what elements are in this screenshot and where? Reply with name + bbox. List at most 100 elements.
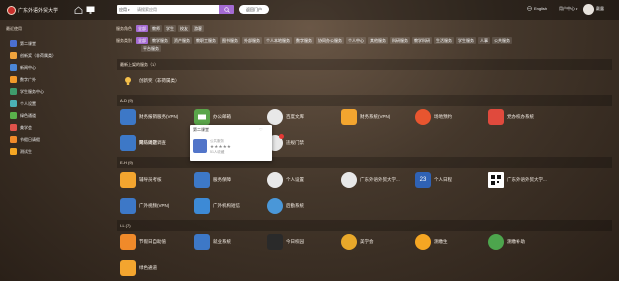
app-label: 节假日自助值	[139, 239, 166, 244]
calendar-icon: 23	[415, 172, 431, 188]
globe-icon	[527, 6, 532, 11]
role-filter: 服务角色 全部 教师 学生 校友 游客	[116, 24, 204, 33]
briefcase-icon	[194, 234, 210, 250]
today-campus-icon	[267, 234, 283, 250]
venue-icon	[415, 109, 431, 125]
mail-icon	[194, 109, 210, 125]
app-tile-test-subsidy[interactable]: 测缴补助	[488, 234, 558, 250]
app-tile-gdufs-1[interactable]: 广东外语外贸大学...	[341, 172, 411, 188]
app-tile-holiday-duty[interactable]: 节假日自助值	[120, 234, 190, 250]
category-chip[interactable]: 公共服务	[492, 37, 512, 44]
sidebar-item-aesthetics[interactable]: 美学会	[10, 123, 100, 132]
app-tile-gdufs-2[interactable]: 广东外语外贸大学...	[488, 172, 558, 188]
app-tile-logistics[interactable]: 后勤系统	[267, 198, 337, 214]
sidebar-item-student-service[interactable]: 学生服务中心	[10, 87, 100, 96]
sidebar-item-green-channel[interactable]: 绿色通道	[10, 111, 100, 120]
app-label: 测缴补助	[507, 239, 525, 244]
sidebar-item-settings[interactable]: 个人设置	[10, 99, 100, 108]
sidebar-item-innovation[interactable]: 创新奖（非荷属类）	[10, 51, 100, 60]
category-chip[interactable]: 外部服务	[242, 37, 262, 44]
sidebar-item-digital[interactable]: 数字广外	[10, 75, 100, 84]
sidebar-item-second-classroom[interactable]: 第二课堂	[10, 39, 100, 48]
category-chip[interactable]: 协同办公服务	[316, 37, 344, 44]
avatar[interactable]	[583, 4, 594, 15]
category-chip[interactable]: 全部	[136, 37, 148, 44]
monitor-icon[interactable]	[86, 6, 95, 14]
category-chip[interactable]: 数字服务	[294, 37, 314, 44]
app-tile-finance-reimburse[interactable]: 财务报销服务(VPN)	[120, 109, 190, 125]
app-tile-gw-video[interactable]: 广外视频(VPN)	[120, 198, 190, 214]
category-chip[interactable]: 教学科研	[412, 37, 432, 44]
app-tile-party-office[interactable]: 党办校办系统	[488, 109, 558, 125]
app-tile-personal-schedule[interactable]: 23 个人日程	[415, 172, 485, 188]
category-chip[interactable]: 教职工服务	[194, 37, 218, 44]
app-tile-office-mail[interactable]: 办公邮箱	[194, 109, 264, 125]
heart-icon[interactable]: ♡	[259, 127, 263, 132]
app-label: 网络问题调查	[139, 140, 166, 145]
search-button[interactable]	[219, 5, 234, 14]
lightbulb-icon	[120, 73, 136, 89]
category-chip[interactable]: 学生服务	[456, 37, 476, 44]
sidebar-item-label: 学生服务中心	[20, 88, 44, 94]
app-label: 测缴生	[434, 239, 448, 244]
sidebar-item-label: 美学会	[20, 124, 32, 130]
category-filter-overflow: 平台服务	[141, 44, 161, 53]
category-chip[interactable]: 图书服务	[220, 37, 240, 44]
test-student-icon	[10, 148, 17, 155]
category-chip[interactable]: 个人本地服务	[264, 37, 292, 44]
app-tile-finance-system[interactable]: 财务系统(VPN)	[341, 109, 411, 125]
app-tile-green-channel[interactable]: 绿色通道	[120, 260, 190, 276]
role-chip-all[interactable]: 全部	[136, 25, 148, 32]
popup-title: 第二课堂	[193, 127, 209, 132]
role-chip-visitor[interactable]: 游客	[192, 25, 204, 32]
scope-select[interactable]: 应用▾	[117, 5, 135, 14]
app-label: 百度文库	[286, 114, 304, 119]
role-chip-teacher[interactable]: 教师	[150, 25, 162, 32]
sidebar-item-news[interactable]: 新闻中心	[10, 63, 100, 72]
app-tile-aesthetics[interactable]: 美学会	[341, 234, 411, 250]
sms-icon	[194, 198, 210, 214]
category-chip[interactable]: 人事	[478, 37, 490, 44]
app-tile-access-violation[interactable]: 违规门禁	[267, 134, 337, 151]
language-switch[interactable]: English	[527, 6, 547, 11]
category-chip[interactable]: 其他服务	[368, 37, 388, 44]
sidebar-item-test-student[interactable]: 测试生	[10, 147, 100, 156]
app-tile-venue-booking[interactable]: 场地预约	[415, 109, 485, 125]
app-tile-counselor-review[interactable]: 辅导员考核	[120, 172, 190, 188]
category-chip[interactable]: 教学服务	[150, 37, 170, 44]
sidebar-item-holiday-leave[interactable]: 节假日请假	[10, 135, 100, 144]
username[interactable]: 戴露	[596, 6, 604, 12]
app-label: 广东外语外贸大学...	[360, 177, 400, 182]
holiday-leave-icon	[10, 136, 17, 143]
app-tile-gw-sms[interactable]: 广外机构短信	[194, 198, 264, 214]
app-detail-popup[interactable]: 第二课堂 ♡ 公共服务 ★★★★★ 51人收藏	[190, 125, 272, 161]
role-chip-student[interactable]: 学生	[164, 25, 176, 32]
category-filter-label: 服务类别	[116, 37, 132, 43]
app-tile-innovation[interactable]: 创新奖（非荷属类）	[120, 73, 190, 89]
category-chip[interactable]: 平台服务	[141, 45, 161, 52]
role-chip-alumni[interactable]: 校友	[178, 25, 190, 32]
category-chip[interactable]: 生活服务	[434, 37, 454, 44]
app-label: 办公邮箱	[213, 114, 231, 119]
university-logo[interactable]: 广东外语外贸大学	[7, 5, 67, 15]
holiday-icon	[120, 234, 136, 250]
category-chip[interactable]: 科研服务	[390, 37, 410, 44]
search-input[interactable]	[135, 5, 219, 14]
cloud-icon	[267, 109, 283, 125]
app-tile-personal-settings[interactable]: 个人设置	[267, 172, 337, 188]
user-center-link[interactable]: 用户中心 ▾	[559, 6, 577, 12]
gdufs-icon	[341, 172, 357, 188]
category-chip[interactable]: 个人中心	[346, 37, 366, 44]
app-tile-employment[interactable]: 就业系统	[194, 234, 264, 250]
app-tile-baidu-library[interactable]: 百度文库	[267, 109, 337, 125]
app-tile-service-support[interactable]: 服务保障	[194, 172, 264, 188]
chevron-down-icon: ▾	[575, 7, 578, 11]
app-label: 财务系统(VPN)	[360, 114, 391, 119]
user-center-label: 用户中心	[559, 6, 575, 11]
return-portal-button[interactable]: 返回门户	[239, 5, 269, 14]
category-chip[interactable]: 资产服务	[172, 37, 192, 44]
app-tile-today-campus[interactable]: 今日校园	[267, 234, 337, 250]
app-tile-network-survey[interactable]: 网络问题调查	[120, 135, 190, 151]
app-tile-test-student[interactable]: 测缴生	[415, 234, 485, 250]
home-icon[interactable]	[74, 6, 83, 14]
